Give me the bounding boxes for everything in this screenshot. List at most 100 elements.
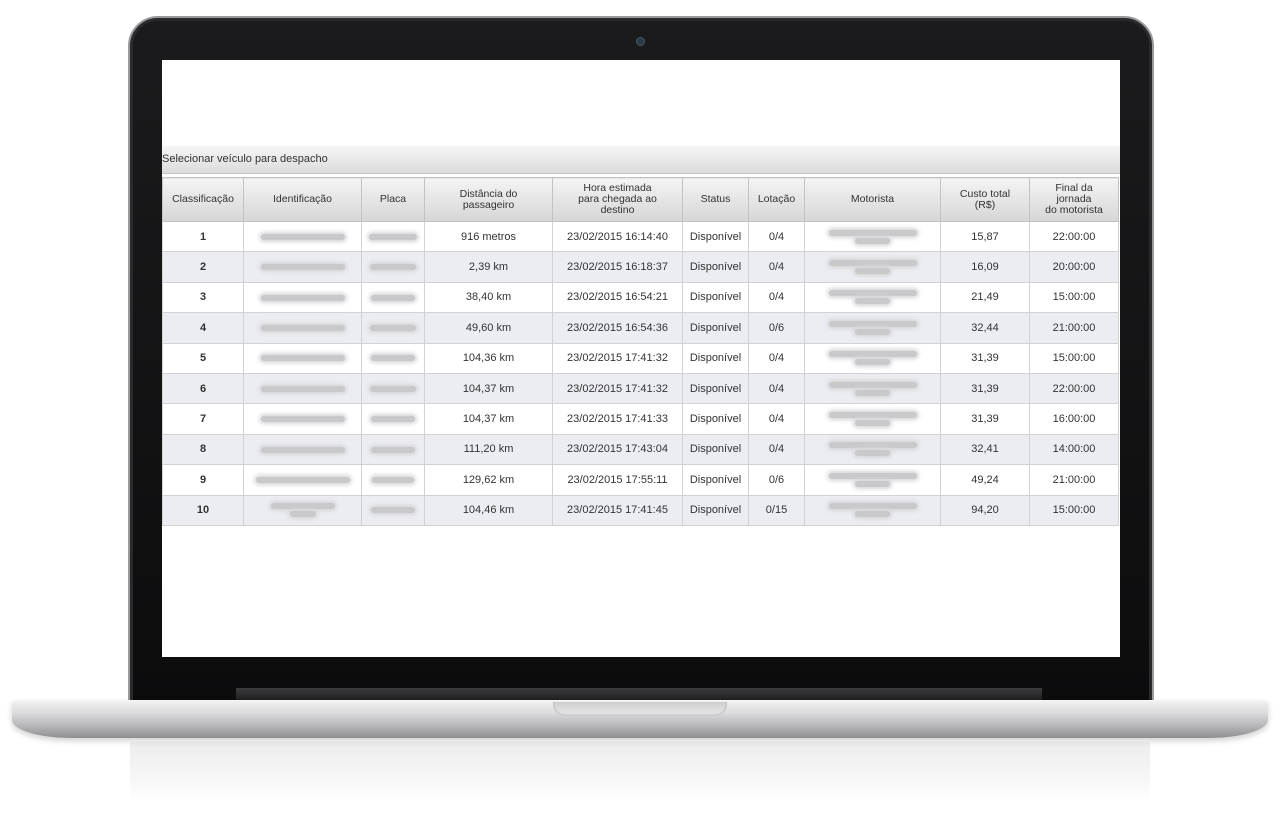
cell-distance: 49,60 km <box>424 312 553 344</box>
cell-cost: 15,87 <box>940 220 1030 253</box>
table-header-row: Classificação Identificação Placa Distân… <box>162 177 1119 222</box>
header-hora-estimada[interactable]: Hora estimada para chegada ao destino <box>552 177 683 222</box>
table-row[interactable]: 8 111,20 km 23/02/2015 17:43:04 Disponível 0… <box>162 433 1119 466</box>
cell-plate-redacted <box>361 494 425 526</box>
cell-distance: 111,20 km <box>424 433 553 466</box>
cell-cost: 21,49 <box>940 281 1030 314</box>
cell-plate-redacted <box>361 464 425 496</box>
cell-identification-redacted <box>243 220 362 253</box>
cell-identification-redacted <box>243 281 362 314</box>
cell-rank: 2 <box>162 251 244 283</box>
cell-plate-redacted <box>361 312 425 344</box>
cell-plate-redacted <box>361 251 425 283</box>
cell-driver-redacted <box>804 372 941 405</box>
redacted-text <box>828 351 917 358</box>
redacted-text <box>289 511 316 518</box>
cell-identification-redacted <box>243 372 362 405</box>
header-custo-total[interactable]: Custo total (R$) <box>940 177 1030 222</box>
cell-driver-redacted <box>804 403 941 435</box>
cell-shift-end: 20:00:00 <box>1029 251 1119 283</box>
cell-rank: 3 <box>162 281 244 314</box>
redacted-text <box>855 237 890 244</box>
header-classificacao[interactable]: Classificação <box>162 177 244 222</box>
table-row[interactable]: 5 104,36 km 23/02/2015 17:41:32 Disponível 0… <box>162 342 1119 374</box>
cell-shift-end: 15:00:00 <box>1029 494 1119 526</box>
camera-icon <box>636 37 645 46</box>
cell-status: Disponível <box>682 251 749 283</box>
laptop-opening-notch <box>553 702 727 716</box>
header-motorista[interactable]: Motorista <box>804 177 941 222</box>
redacted-text <box>855 268 890 275</box>
redacted-text <box>260 446 345 453</box>
cell-rank: 9 <box>162 464 244 496</box>
redacted-text <box>855 389 890 396</box>
redacted-text <box>255 476 350 483</box>
cell-eta: 23/02/2015 16:54:21 <box>552 281 683 314</box>
cell-cost: 31,39 <box>940 342 1030 374</box>
table-row[interactable]: 10 104,46 km 23/02/2015 17:41:45 Disponível… <box>162 494 1119 526</box>
table-row[interactable]: 7 104,37 km 23/02/2015 17:41:33 Disponível 0… <box>162 403 1119 435</box>
redacted-text <box>828 320 917 327</box>
header-placa[interactable]: Placa <box>361 177 425 222</box>
cell-occupancy: 0/15 <box>748 494 805 526</box>
redacted-text <box>371 355 415 362</box>
cell-distance: 38,40 km <box>424 281 553 314</box>
redacted-text <box>370 264 416 271</box>
panel-title: Selecionar veículo para despacho <box>162 146 1120 174</box>
redacted-text <box>855 359 890 366</box>
redacted-text <box>855 328 890 335</box>
redacted-text <box>855 511 890 518</box>
cell-status: Disponível <box>682 403 749 435</box>
cell-plate-redacted <box>361 281 425 314</box>
cell-status: Disponível <box>682 281 749 314</box>
cell-eta: 23/02/2015 17:41:32 <box>552 372 683 405</box>
cell-distance: 2,39 km <box>424 251 553 283</box>
cell-occupancy: 0/4 <box>748 220 805 253</box>
cell-driver-redacted <box>804 251 941 283</box>
table-row[interactable]: 2 2,39 km 23/02/2015 16:18:37 Disponível 0/4… <box>162 251 1119 283</box>
table-body: 1 916 metros 23/02/2015 16:14:40 Disponível… <box>162 220 1119 526</box>
header-status[interactable]: Status <box>682 177 749 222</box>
cell-distance: 104,37 km <box>424 372 553 405</box>
cell-driver-redacted <box>804 220 941 253</box>
redacted-text <box>828 472 917 479</box>
cell-eta: 23/02/2015 16:18:37 <box>552 251 683 283</box>
cell-driver-redacted <box>804 433 941 466</box>
cell-eta: 23/02/2015 17:55:11 <box>552 464 683 496</box>
cell-shift-end: 21:00:00 <box>1029 312 1119 344</box>
redacted-text <box>828 503 917 510</box>
table-row[interactable]: 6 104,37 km 23/02/2015 17:41:32 Disponível 0… <box>162 372 1119 405</box>
cell-plate-redacted <box>361 403 425 435</box>
cell-status: Disponível <box>682 494 749 526</box>
cell-cost: 32,44 <box>940 312 1030 344</box>
header-distancia[interactable]: Distância do passageiro <box>424 177 553 222</box>
cell-identification-redacted <box>243 403 362 435</box>
laptop-reflection <box>130 742 1150 802</box>
table-row[interactable]: 3 38,40 km 23/02/2015 16:54:21 Disponível 0/… <box>162 281 1119 314</box>
cell-identification-redacted <box>243 464 362 496</box>
redacted-text <box>828 290 917 297</box>
redacted-text <box>370 385 416 392</box>
cell-occupancy: 0/6 <box>748 312 805 344</box>
header-lotacao[interactable]: Lotação <box>748 177 805 222</box>
cell-shift-end: 14:00:00 <box>1029 433 1119 466</box>
cell-cost: 16,09 <box>940 251 1030 283</box>
header-final-jornada[interactable]: Final da jornada do motorista <box>1029 177 1119 222</box>
redacted-text <box>828 412 917 419</box>
cell-occupancy: 0/4 <box>748 342 805 374</box>
table-row[interactable]: 4 49,60 km 23/02/2015 16:54:36 Disponível 0/… <box>162 312 1119 344</box>
cell-rank: 6 <box>162 372 244 405</box>
cell-shift-end: 16:00:00 <box>1029 403 1119 435</box>
table-row[interactable]: 1 916 metros 23/02/2015 16:14:40 Disponível… <box>162 220 1119 253</box>
cell-identification-redacted <box>243 251 362 283</box>
cell-occupancy: 0/4 <box>748 372 805 405</box>
cell-distance: 104,37 km <box>424 403 553 435</box>
cell-status: Disponível <box>682 433 749 466</box>
table-row[interactable]: 9 129,62 km 23/02/2015 17:55:11 Disponível 0… <box>162 464 1119 496</box>
cell-status: Disponível <box>682 220 749 253</box>
redacted-text <box>369 233 417 240</box>
cell-distance: 129,62 km <box>424 464 553 496</box>
header-identificacao[interactable]: Identificação <box>243 177 362 222</box>
cell-rank: 7 <box>162 403 244 435</box>
cell-driver-redacted <box>804 464 941 496</box>
